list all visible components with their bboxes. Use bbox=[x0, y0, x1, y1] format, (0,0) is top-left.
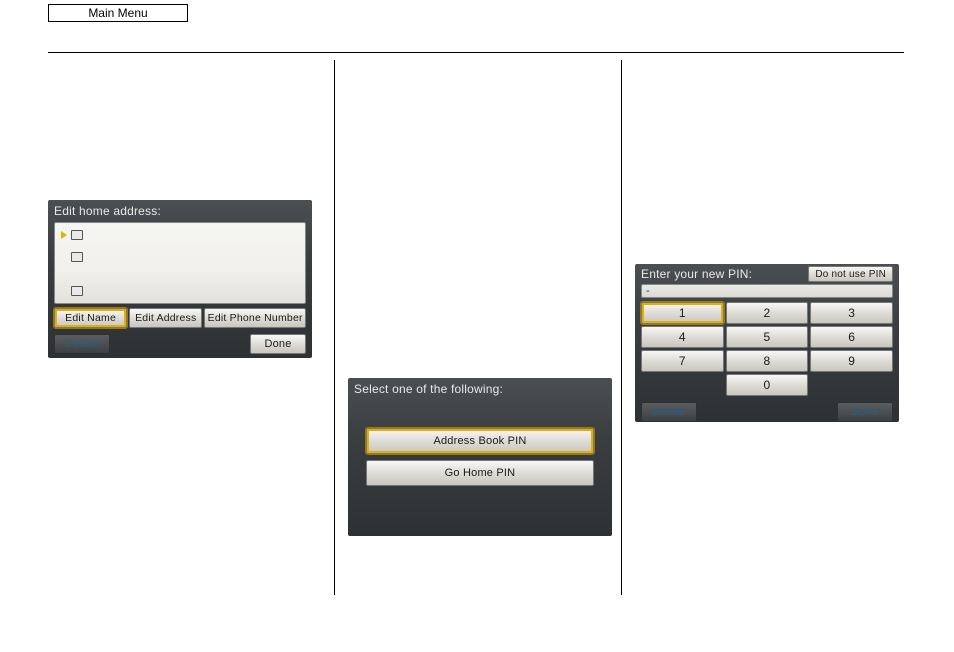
key-1[interactable]: 1 bbox=[641, 302, 724, 324]
list-row-3[interactable] bbox=[61, 281, 83, 301]
edit-home-address-screen: Edit home address: Edit Name Edit Addres… bbox=[48, 200, 312, 358]
edit-name-button[interactable]: Edit Name bbox=[54, 308, 127, 328]
screen2-title: Select one of the following: bbox=[348, 378, 612, 398]
list-row-1[interactable] bbox=[61, 225, 83, 245]
do-not-use-pin-button[interactable]: Do not use PIN bbox=[808, 266, 893, 282]
pin-input-field[interactable]: - bbox=[641, 284, 893, 298]
key-8[interactable]: 8 bbox=[726, 350, 809, 372]
pin-delete-button[interactable]: Delete bbox=[641, 402, 697, 422]
screen1-bottom-row: Delete Done bbox=[54, 334, 306, 354]
key-0[interactable]: 0 bbox=[726, 374, 809, 396]
key-7[interactable]: 7 bbox=[641, 350, 724, 372]
key-9[interactable]: 9 bbox=[810, 350, 893, 372]
column-1: Edit home address: Edit Name Edit Addres… bbox=[48, 60, 334, 595]
delete-button[interactable]: Delete bbox=[54, 334, 110, 354]
address-book-pin-button[interactable]: Address Book PIN bbox=[366, 428, 594, 454]
column-2: Select one of the following: Address Boo… bbox=[335, 60, 621, 595]
edit-phone-button[interactable]: Edit Phone Number bbox=[204, 308, 306, 328]
screen3-header: Enter your new PIN: Do not use PIN bbox=[635, 264, 899, 282]
key-4[interactable]: 4 bbox=[641, 326, 724, 348]
cursor-arrow-icon bbox=[61, 231, 67, 239]
columns-container: Edit home address: Edit Name Edit Addres… bbox=[48, 60, 908, 595]
list-row-2[interactable] bbox=[61, 247, 83, 267]
home-icon bbox=[71, 252, 83, 262]
screen3-bottom-row: Delete Done bbox=[641, 402, 893, 422]
phone-icon bbox=[71, 286, 83, 296]
pin-keypad: 1 2 3 4 5 6 7 8 9 0 bbox=[641, 302, 893, 396]
divider bbox=[48, 52, 904, 53]
main-menu-button[interactable]: Main Menu bbox=[48, 4, 188, 22]
pin-done-button[interactable]: Done bbox=[837, 402, 893, 422]
edit-buttons-row: Edit Name Edit Address Edit Phone Number bbox=[54, 308, 306, 328]
key-5[interactable]: 5 bbox=[726, 326, 809, 348]
select-pin-type-screen: Select one of the following: Address Boo… bbox=[348, 378, 612, 536]
enter-pin-screen: Enter your new PIN: Do not use PIN - 1 2… bbox=[635, 264, 899, 422]
key-2[interactable]: 2 bbox=[726, 302, 809, 324]
screen3-title: Enter your new PIN: bbox=[641, 267, 752, 281]
entry-icon bbox=[71, 230, 83, 240]
key-3[interactable]: 3 bbox=[810, 302, 893, 324]
key-6[interactable]: 6 bbox=[810, 326, 893, 348]
go-home-pin-button[interactable]: Go Home PIN bbox=[366, 460, 594, 486]
column-3: Enter your new PIN: Do not use PIN - 1 2… bbox=[622, 60, 908, 595]
address-list-area bbox=[54, 222, 306, 304]
pin-options-stack: Address Book PIN Go Home PIN bbox=[366, 428, 594, 486]
screen1-title: Edit home address: bbox=[48, 200, 312, 220]
edit-address-button[interactable]: Edit Address bbox=[129, 308, 202, 328]
done-button[interactable]: Done bbox=[250, 334, 306, 354]
